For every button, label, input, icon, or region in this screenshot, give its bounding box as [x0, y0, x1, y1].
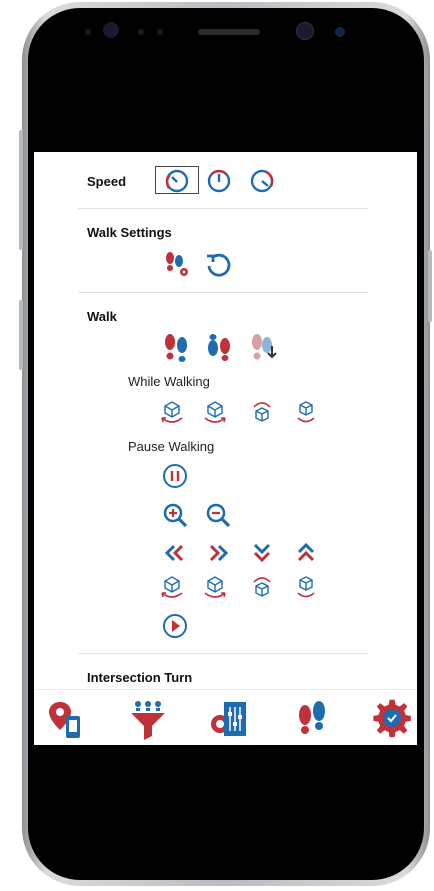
section-title-speed: Speed: [87, 174, 127, 189]
section-title-intersection-turn: Intersection Turn: [87, 670, 193, 685]
volume-button: [19, 130, 23, 250]
footprints-settings-button[interactable]: [161, 249, 191, 279]
footprints-button[interactable]: [290, 698, 334, 740]
rotate-cube-right-button[interactable]: [201, 398, 229, 426]
footprints-forward-button[interactable]: [161, 332, 191, 362]
app-screen: Speed Walk Settings Walk While Walking P…: [34, 152, 417, 745]
face-sensor: [296, 22, 314, 40]
double-chevron-right-button[interactable]: [204, 539, 232, 567]
bottom-navigation-bar: [34, 689, 417, 745]
power-button: [428, 250, 432, 322]
zoom-in-button[interactable]: [161, 501, 189, 529]
location-phone-button[interactable]: [46, 698, 90, 740]
sensor: [138, 29, 144, 35]
filter-funnel-button[interactable]: [126, 698, 170, 740]
speed-medium-button[interactable]: [201, 166, 237, 194]
zoom-out-button[interactable]: [204, 501, 232, 529]
divider: [78, 292, 368, 293]
sensor: [85, 29, 91, 35]
side-button: [19, 300, 23, 370]
pause-button[interactable]: [161, 462, 189, 490]
footprints-alternate-button[interactable]: [204, 332, 234, 362]
rotate-cube-left-button[interactable]: [158, 398, 186, 426]
control-settings-button[interactable]: [206, 698, 250, 740]
front-camera: [103, 22, 119, 38]
section-title-walk: Walk: [87, 309, 117, 324]
speed-slow-button[interactable]: [155, 166, 199, 194]
tilt-cube-up-button[interactable]: [248, 398, 276, 426]
subsection-title-pause-walking: Pause Walking: [128, 439, 215, 454]
footprints-download-button[interactable]: [248, 332, 278, 362]
earpiece-speaker: [198, 29, 260, 35]
rotate-cube-right-button[interactable]: [201, 573, 229, 601]
tilt-cube-down-button[interactable]: [292, 398, 320, 426]
settings-gear-button[interactable]: [370, 698, 414, 740]
tilt-cube-up-button[interactable]: [248, 573, 276, 601]
play-button[interactable]: [161, 612, 189, 640]
divider: [78, 208, 368, 209]
light-sensor: [335, 27, 345, 37]
double-chevron-down-button[interactable]: [248, 539, 276, 567]
tilt-cube-down-button[interactable]: [292, 573, 320, 601]
speed-fast-button[interactable]: [244, 166, 280, 194]
rotate-cube-left-button[interactable]: [158, 573, 186, 601]
sensor: [157, 29, 163, 35]
divider: [78, 653, 368, 654]
section-title-walk-settings: Walk Settings: [87, 225, 172, 240]
reset-button[interactable]: [204, 251, 232, 279]
double-chevron-left-button[interactable]: [161, 539, 189, 567]
subsection-title-while-walking: While Walking: [128, 374, 210, 389]
double-chevron-up-button[interactable]: [292, 539, 320, 567]
